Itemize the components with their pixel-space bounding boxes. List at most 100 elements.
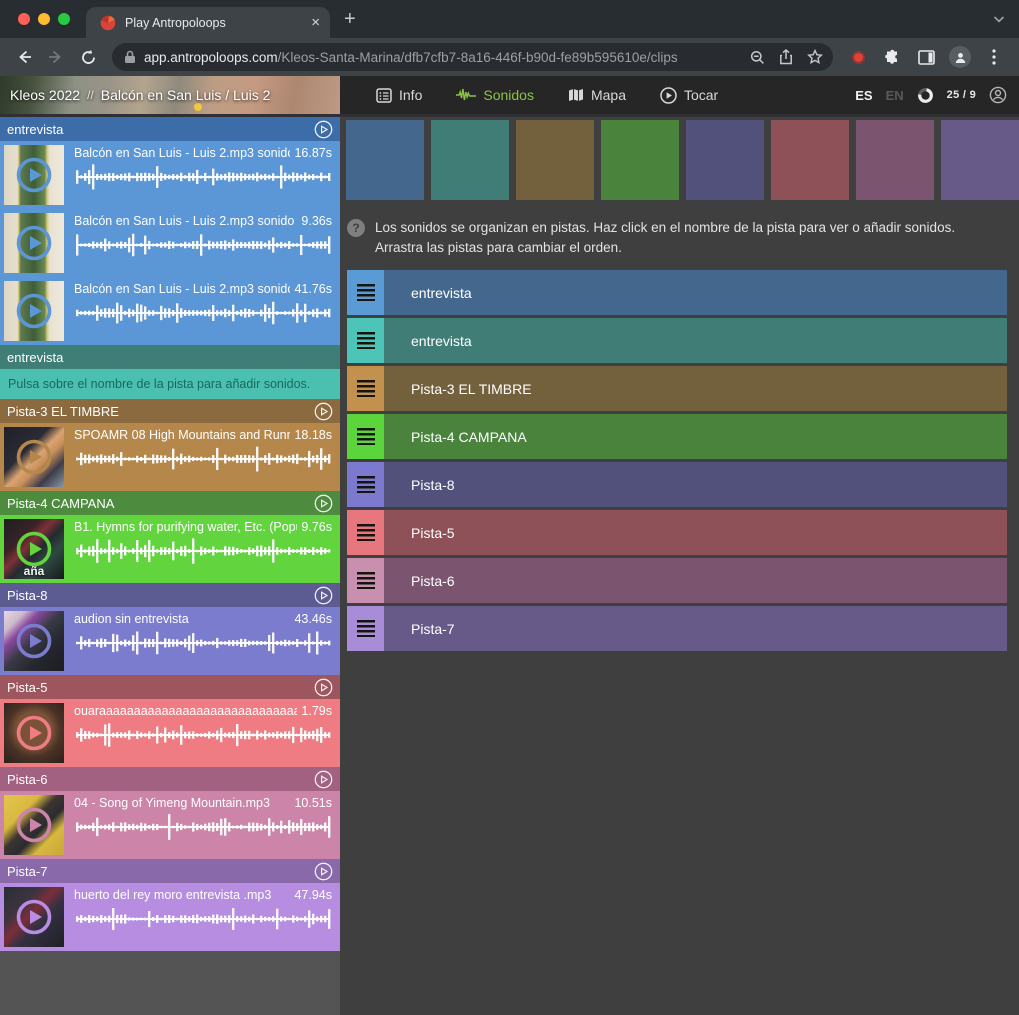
- account-icon[interactable]: [989, 86, 1007, 104]
- clip-waveform[interactable]: [74, 537, 332, 571]
- audio-clip[interactable]: Balcón en San Luis - Luis 2.mp3 sonido h…: [0, 209, 340, 277]
- track-section-header[interactable]: Pista-8: [0, 583, 340, 607]
- play-track-icon[interactable]: [314, 586, 333, 605]
- lang-toggle-en[interactable]: EN: [886, 88, 904, 103]
- side-panel-icon[interactable]: [911, 50, 941, 65]
- drag-handle[interactable]: [347, 366, 384, 411]
- track-row-name: Pista-8: [411, 477, 455, 493]
- browser-tab[interactable]: Play Antropoloops ×: [86, 7, 330, 38]
- clip-thumbnail[interactable]: [4, 887, 64, 947]
- zoom-icon[interactable]: [750, 50, 765, 65]
- clip-waveform[interactable]: [74, 905, 332, 939]
- clip-thumbnail[interactable]: [4, 795, 64, 855]
- audio-clip[interactable]: Balcón en San Luis - Luis 2.mp3 sonido h…: [0, 141, 340, 209]
- drag-handle[interactable]: [347, 270, 384, 315]
- bookmark-star-icon[interactable]: [807, 49, 823, 65]
- track-row[interactable]: entrevista: [347, 270, 1007, 315]
- track-row[interactable]: Pista-6: [347, 558, 1007, 603]
- new-tab-button[interactable]: +: [344, 8, 356, 31]
- breadcrumb-project[interactable]: Kleos 2022: [10, 87, 80, 103]
- nav-tab-tocar[interactable]: Tocar: [646, 76, 732, 114]
- clip-waveform[interactable]: [74, 231, 332, 265]
- track-row-bar[interactable]: Pista-6: [384, 558, 1007, 603]
- drag-handle[interactable]: [347, 414, 384, 459]
- lock-icon[interactable]: [124, 50, 136, 64]
- nav-tab-info[interactable]: Info: [362, 76, 436, 114]
- record-extension-icon[interactable]: [843, 51, 873, 64]
- track-row-bar[interactable]: Pista-7: [384, 606, 1007, 651]
- drag-handle[interactable]: [347, 510, 384, 555]
- clip-waveform[interactable]: [74, 721, 332, 755]
- audio-clip[interactable]: SPOAMR 08 High Mountains and Running ...…: [0, 423, 340, 491]
- track-row[interactable]: Pista-7: [347, 606, 1007, 651]
- track-section-header[interactable]: entrevista: [0, 117, 340, 141]
- url-text[interactable]: app.antropoloops.com/Kleos-Santa-Marina/…: [144, 50, 736, 65]
- clip-waveform[interactable]: [74, 445, 332, 479]
- play-track-icon[interactable]: [314, 494, 333, 513]
- clip-thumbnail[interactable]: [4, 213, 64, 273]
- extensions-puzzle-icon[interactable]: [877, 49, 907, 66]
- track-row-bar[interactable]: Pista-8: [384, 462, 1007, 507]
- reload-button[interactable]: [74, 43, 102, 71]
- play-track-icon[interactable]: [314, 862, 333, 881]
- lang-toggle-es[interactable]: ES: [855, 88, 872, 103]
- drag-handle[interactable]: [347, 318, 384, 363]
- tab-close-icon[interactable]: ×: [311, 15, 320, 30]
- clip-waveform[interactable]: [74, 163, 332, 197]
- clip-thumbnail[interactable]: [4, 611, 64, 671]
- chevron-down-icon[interactable]: [993, 15, 1005, 23]
- profile-avatar[interactable]: [945, 46, 975, 68]
- track-section-header[interactable]: Pista-5: [0, 675, 340, 699]
- track-row[interactable]: Pista-3 EL TIMBRE: [347, 366, 1007, 411]
- track-row[interactable]: Pista-5: [347, 510, 1007, 555]
- track-row-bar[interactable]: Pista-4 CAMPANA: [384, 414, 1007, 459]
- audio-clip[interactable]: aña B1. Hymns for purifying water, Etc. …: [0, 515, 340, 583]
- clip-waveform[interactable]: [74, 629, 332, 663]
- drag-handle[interactable]: [347, 558, 384, 603]
- track-section-header[interactable]: Pista-3 EL TIMBRE: [0, 399, 340, 423]
- track-color-swatch: [856, 120, 934, 200]
- track-row-bar[interactable]: entrevista: [384, 318, 1007, 363]
- audio-clip[interactable]: ouaraaaaaaaaaaaaaaaaaaaaaaaaaaaaaaaaaa..…: [0, 699, 340, 767]
- address-bar[interactable]: app.antropoloops.com/Kleos-Santa-Marina/…: [112, 43, 833, 71]
- audio-clip[interactable]: 04 - Song of Yimeng Mountain.mp310.51s: [0, 791, 340, 859]
- track-section-header[interactable]: Pista-6: [0, 767, 340, 791]
- track-row[interactable]: Pista-8: [347, 462, 1007, 507]
- clip-thumbnail[interactable]: [4, 281, 64, 341]
- track-section-header[interactable]: Pista-4 CAMPANA: [0, 491, 340, 515]
- clip-name: B1. Hymns for purifying water, Etc. (Pop…: [74, 520, 297, 534]
- track-row[interactable]: Pista-4 CAMPANA: [347, 414, 1007, 459]
- play-track-icon[interactable]: [314, 402, 333, 421]
- drag-handle[interactable]: [347, 462, 384, 507]
- header-map-image[interactable]: Kleos 2022 // Balcón en San Luis / Luis …: [0, 76, 340, 114]
- track-section-header[interactable]: Pista-7: [0, 859, 340, 883]
- track-row-bar[interactable]: entrevista: [384, 270, 1007, 315]
- clip-thumbnail[interactable]: aña: [4, 519, 64, 579]
- track-row-bar[interactable]: Pista-3 EL TIMBRE: [384, 366, 1007, 411]
- nav-tab-mapa[interactable]: Mapa: [554, 76, 640, 114]
- window-close-button[interactable]: [18, 13, 30, 25]
- audio-clip[interactable]: audion sin entrevista43.46s: [0, 607, 340, 675]
- clip-waveform[interactable]: [74, 299, 332, 333]
- menu-kebab-icon[interactable]: [979, 49, 1009, 65]
- forward-button[interactable]: [42, 43, 70, 71]
- audio-clip[interactable]: huerto del rey moro entrevista .mp347.94…: [0, 883, 340, 951]
- play-track-icon[interactable]: [314, 120, 333, 139]
- waveform-icon: [456, 88, 476, 102]
- clip-waveform[interactable]: [74, 813, 332, 847]
- clip-thumbnail[interactable]: [4, 145, 64, 205]
- drag-handle[interactable]: [347, 606, 384, 651]
- play-track-icon[interactable]: [314, 678, 333, 697]
- track-row[interactable]: entrevista: [347, 318, 1007, 363]
- track-row-bar[interactable]: Pista-5: [384, 510, 1007, 555]
- clip-thumbnail[interactable]: [4, 703, 64, 763]
- share-icon[interactable]: [779, 49, 793, 65]
- play-track-icon[interactable]: [314, 770, 333, 789]
- window-maximize-button[interactable]: [58, 13, 70, 25]
- clip-thumbnail[interactable]: [4, 427, 64, 487]
- track-section-header[interactable]: entrevista: [0, 345, 340, 369]
- nav-tab-sonidos[interactable]: Sonidos: [442, 76, 548, 114]
- window-minimize-button[interactable]: [38, 13, 50, 25]
- audio-clip[interactable]: Balcón en San Luis - Luis 2.mp3 sonido h…: [0, 277, 340, 345]
- back-button[interactable]: [10, 43, 38, 71]
